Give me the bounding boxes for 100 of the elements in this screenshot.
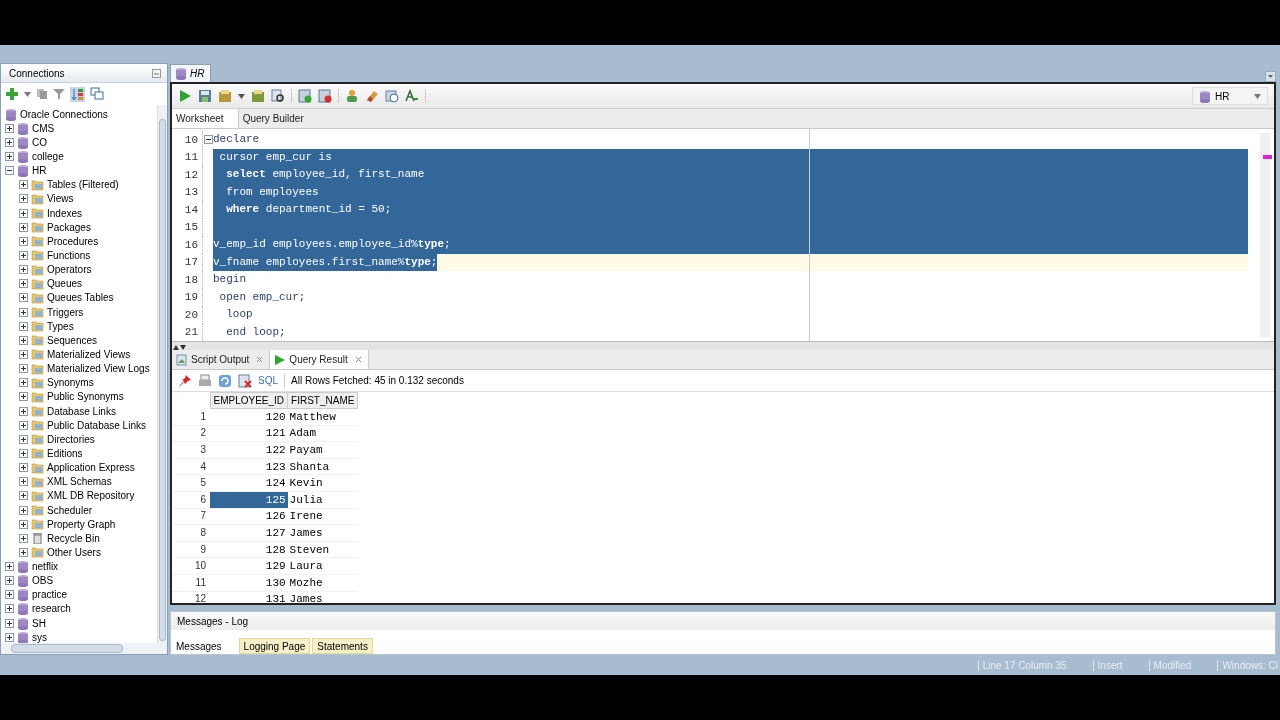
tree-item[interactable]: CMS (32, 122, 55, 134)
expand-icon[interactable] (19, 378, 28, 388)
sql-button[interactable]: SQL (258, 375, 278, 386)
expand-icon[interactable] (5, 562, 14, 572)
tree-item[interactable]: Oracle Connections (20, 108, 108, 120)
table-cell[interactable]: 123 (210, 458, 288, 475)
collapse-icon[interactable] (5, 166, 14, 176)
tree-item[interactable]: Indexes (47, 207, 83, 219)
tree-item[interactable]: Views (47, 193, 74, 205)
tab[interactable]: Query Builder (238, 109, 318, 128)
tree-item[interactable]: OBS (32, 575, 54, 587)
expand-icon[interactable] (19, 505, 28, 515)
expand-icon[interactable] (19, 222, 28, 232)
tree-item[interactable]: SH (32, 617, 46, 629)
tree-item[interactable]: Public Synonyms (47, 391, 124, 403)
table-cell[interactable]: James (287, 591, 358, 603)
expand-icon[interactable] (19, 250, 28, 260)
tree-item[interactable]: Queues Tables (47, 292, 114, 304)
expand-icon[interactable] (19, 392, 28, 402)
column-header[interactable]: EMPLOYEE_ID (210, 392, 288, 409)
collapse-icon[interactable] (203, 135, 213, 145)
tree-item[interactable]: Database Links (47, 405, 116, 417)
expand-icon[interactable] (5, 123, 14, 133)
expand-icon[interactable] (19, 293, 28, 303)
table-cell[interactable]: 121 (210, 425, 288, 442)
rollback-icon[interactable] (318, 89, 332, 103)
windows-icon[interactable] (90, 87, 104, 101)
expand-icon[interactable] (19, 434, 28, 444)
table-cell[interactable]: Payam (287, 441, 358, 459)
expand-icon[interactable] (19, 491, 28, 501)
expand-icon[interactable] (19, 335, 28, 345)
expand-icon[interactable] (19, 208, 28, 218)
connection-dropdown[interactable]: HR (1192, 87, 1268, 105)
close-icon[interactable] (256, 356, 264, 363)
expand-icon[interactable] (19, 547, 28, 557)
column-header[interactable]: FIRST_NAME (287, 392, 358, 409)
expand-icon[interactable] (19, 406, 28, 416)
expand-icon[interactable] (19, 477, 28, 487)
expand-icon[interactable] (5, 152, 14, 161)
sort-icon[interactable] (70, 86, 85, 102)
table-cell[interactable]: Shanta (287, 458, 358, 475)
expand-icon[interactable] (5, 632, 14, 642)
expand-icon[interactable] (19, 279, 28, 289)
explain-icon[interactable] (251, 89, 265, 103)
tree-item[interactable]: HR (32, 165, 47, 177)
tree-item[interactable]: Operators (47, 264, 92, 276)
table-cell[interactable]: 120 (210, 408, 288, 426)
tree-item[interactable]: sys (32, 631, 47, 643)
table-cell[interactable]: Matthew (287, 408, 358, 426)
tree-item[interactable]: Tables (Filtered) (47, 179, 119, 191)
expand-icon[interactable] (19, 265, 28, 275)
minimize-icon[interactable] (152, 68, 161, 78)
table-cell[interactable]: 128 (210, 541, 288, 558)
tree-item[interactable]: Queues (47, 278, 83, 290)
tree-item[interactable]: Triggers (47, 306, 84, 318)
table-cell[interactable]: Steven (287, 541, 358, 558)
tab[interactable]: Logging Page (238, 638, 311, 654)
caret-icon[interactable] (238, 93, 245, 99)
table-cell[interactable]: Mozhe (287, 574, 358, 592)
tree-item[interactable]: Sequences (47, 334, 98, 346)
copy-icon[interactable] (36, 88, 48, 100)
tab[interactable]: Worksheet (172, 109, 239, 128)
expand-icon[interactable] (5, 576, 14, 586)
expand-icon[interactable] (5, 590, 14, 600)
expand-icon[interactable] (5, 604, 14, 614)
tree-item[interactable]: Other Users (47, 546, 101, 558)
scrollbar[interactable] (1260, 133, 1270, 337)
tree-item[interactable]: Packages (47, 221, 91, 233)
tab[interactable]: Statements (312, 638, 373, 654)
caret-icon[interactable] (24, 91, 31, 97)
font-icon[interactable] (405, 89, 419, 103)
table-cell[interactable]: Laura (287, 557, 358, 575)
tree-item[interactable]: CO (32, 136, 47, 148)
close-icon[interactable] (354, 356, 362, 363)
refresh-icon[interactable] (218, 373, 232, 388)
tree-item[interactable]: Application Express (47, 462, 135, 474)
table-cell[interactable]: 130 (210, 574, 288, 592)
dropdown-icon[interactable] (1265, 71, 1276, 82)
expand-icon[interactable] (19, 519, 28, 529)
expand-icon[interactable] (5, 618, 14, 628)
filter-icon[interactable] (53, 88, 65, 100)
play-icon[interactable] (178, 89, 192, 103)
tree-item[interactable]: XML Schemas (47, 476, 112, 488)
tab[interactable]: Script Output (191, 354, 250, 365)
tree-item[interactable]: Types (47, 320, 74, 332)
tree-item[interactable]: Procedures (47, 235, 99, 247)
tree-item[interactable]: college (32, 151, 64, 162)
table-cell[interactable]: 131 (210, 591, 288, 603)
autotrace-icon[interactable] (271, 89, 285, 103)
expand-icon[interactable] (19, 533, 28, 543)
tree-item[interactable]: Synonyms (47, 377, 94, 389)
table-cell[interactable]: Julia (287, 491, 358, 509)
expand-icon[interactable] (19, 364, 28, 374)
table-cell[interactable]: 122 (210, 441, 288, 459)
expand-icon[interactable] (19, 236, 28, 246)
expand-icon[interactable] (19, 349, 28, 359)
add-icon[interactable] (5, 87, 19, 101)
tree-item[interactable]: Property Graph (47, 518, 116, 530)
pin-icon[interactable] (178, 373, 192, 388)
table-cell[interactable]: 127 (210, 524, 288, 542)
